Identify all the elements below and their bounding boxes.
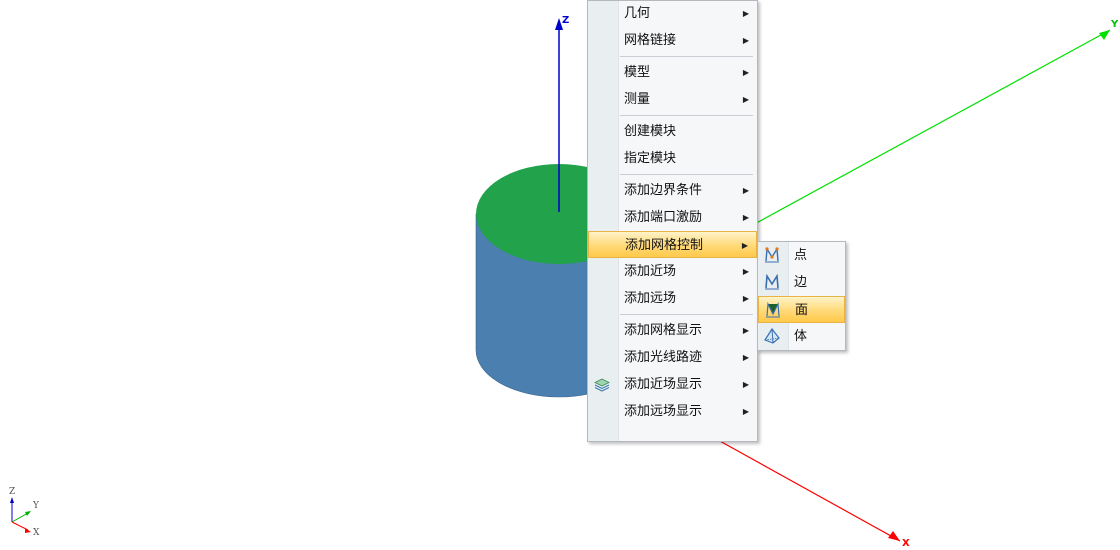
menu-item-label: 添加网格控制 xyxy=(625,238,704,253)
submenu-item-label: 边 xyxy=(794,275,808,290)
menu-item-add-far-field[interactable]: 添加远场 ▶ xyxy=(588,285,757,312)
mesh-edge-icon xyxy=(765,274,779,290)
submenu-item-edge[interactable]: 边 xyxy=(758,269,845,296)
mesh-control-submenu: 点 边 面 体 xyxy=(757,241,846,351)
menu-item-add-ray-trace[interactable]: 添加光线路迹 ▶ xyxy=(588,344,757,371)
y-axis-line xyxy=(739,29,1111,233)
submenu-item-label: 点 xyxy=(794,248,808,263)
submenu-arrow-icon: ▶ xyxy=(742,36,749,45)
menu-item-assign-module[interactable]: 指定模块 xyxy=(588,145,757,172)
orientation-triad: Z Y X xyxy=(9,487,40,538)
y-axis-arrowhead xyxy=(1099,30,1110,40)
submenu-arrow-icon: ▶ xyxy=(742,186,749,195)
menu-item-label: 模型 xyxy=(624,65,651,80)
submenu-arrow-icon: ▶ xyxy=(742,326,749,335)
menu-separator xyxy=(620,174,753,175)
menu-item-add-far-field-display[interactable]: 添加远场显示 ▶ xyxy=(588,398,757,425)
triad-z-label: Z xyxy=(9,487,15,497)
x-axis-label: X xyxy=(902,538,910,549)
triad-x-label: X xyxy=(33,528,40,538)
menu-item-measure[interactable]: 测量 ▶ xyxy=(588,86,757,113)
3d-viewport[interactable]: Y X Z Z Y X xyxy=(0,0,1120,550)
submenu-arrow-icon: ▶ xyxy=(742,407,749,416)
x-axis-arrowhead xyxy=(888,531,900,541)
x-axis-line xyxy=(717,439,901,542)
menu-separator xyxy=(620,314,753,315)
menu-item-geometry[interactable]: 几何 ▶ xyxy=(588,0,757,27)
menu-separator xyxy=(620,115,753,116)
menu-item-label: 添加网格显示 xyxy=(624,323,703,338)
submenu-arrow-icon: ▶ xyxy=(741,241,748,250)
y-axis-label: Y xyxy=(1110,19,1119,30)
submenu-item-label: 面 xyxy=(795,303,809,318)
submenu-arrow-icon: ▶ xyxy=(742,213,749,222)
menu-item-label: 添加远场 xyxy=(624,291,677,306)
submenu-item-point[interactable]: 点 xyxy=(758,242,845,269)
submenu-arrow-icon: ▶ xyxy=(742,68,749,77)
menu-item-add-near-field[interactable]: 添加近场 ▶ xyxy=(588,258,757,285)
submenu-arrow-icon: ▶ xyxy=(742,9,749,18)
submenu-item-face[interactable]: 面 xyxy=(758,296,845,323)
menu-item-add-mesh-display[interactable]: 添加网格显示 ▶ xyxy=(588,317,757,344)
submenu-arrow-icon: ▶ xyxy=(742,267,749,276)
menu-item-label: 添加近场显示 xyxy=(624,377,703,392)
menu-item-label: 几何 xyxy=(624,6,651,21)
submenu-item-volume[interactable]: 体 xyxy=(758,323,845,350)
menu-item-label: 指定模块 xyxy=(624,151,677,166)
menu-item-label: 添加远场显示 xyxy=(624,404,703,419)
menu-item-add-boundary-condition[interactable]: 添加边界条件 ▶ xyxy=(588,177,757,204)
submenu-item-label: 体 xyxy=(794,329,808,344)
triad-y-label: Y xyxy=(32,501,40,511)
menu-item-label: 网格链接 xyxy=(624,33,677,48)
submenu-arrow-icon: ▶ xyxy=(742,294,749,303)
menu-item-add-near-field-display[interactable]: 添加近场显示 ▶ xyxy=(588,371,757,398)
menu-separator xyxy=(620,56,753,57)
menu-item-label: 添加光线路迹 xyxy=(624,350,703,365)
menu-item-model[interactable]: 模型 ▶ xyxy=(588,59,757,86)
menu-item-label: 添加边界条件 xyxy=(624,183,703,198)
submenu-arrow-icon: ▶ xyxy=(742,380,749,389)
submenu-arrow-icon: ▶ xyxy=(742,353,749,362)
menu-item-mesh-link[interactable]: 网格链接 ▶ xyxy=(588,27,757,54)
layers-icon xyxy=(594,378,610,392)
submenu-arrow-icon: ▶ xyxy=(742,95,749,104)
context-menu: 几何 ▶ 网格链接 ▶ 模型 ▶ 测量 ▶ 创建模块 指定模块 添加边界条件 ▶… xyxy=(587,0,758,442)
menu-item-label: 测量 xyxy=(624,92,651,107)
menu-item-label: 添加端口激励 xyxy=(624,210,703,225)
menu-item-label: 创建模块 xyxy=(624,124,677,139)
menu-item-add-port-excitation[interactable]: 添加端口激励 ▶ xyxy=(588,204,757,231)
mesh-point-icon xyxy=(765,247,779,263)
mesh-volume-icon xyxy=(764,328,780,344)
menu-item-create-module[interactable]: 创建模块 xyxy=(588,118,757,145)
mesh-face-icon xyxy=(766,302,780,318)
z-axis-label: Z xyxy=(562,15,569,26)
menu-item-label: 添加近场 xyxy=(624,264,677,279)
menu-item-add-mesh-control[interactable]: 添加网格控制 ▶ xyxy=(588,231,757,258)
